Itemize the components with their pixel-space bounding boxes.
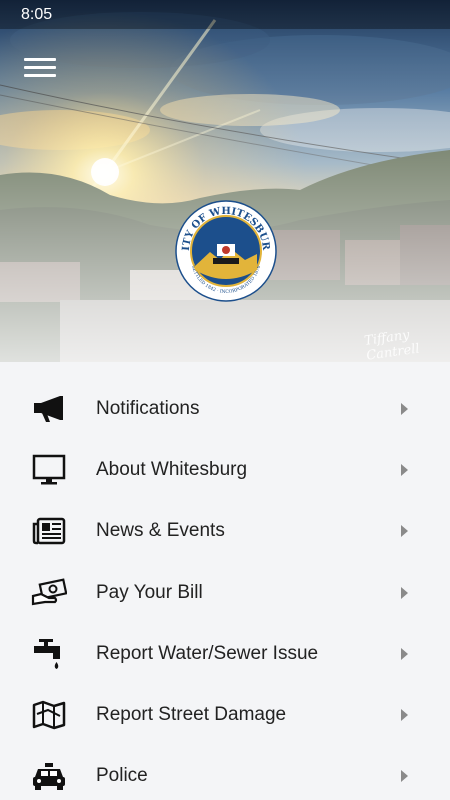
header-banner: 8:05 CITY OF WHITESBURG SETTLED 1842 · I… xyxy=(0,0,450,362)
chevron-right-icon xyxy=(401,463,408,476)
menu-item-label: Notifications xyxy=(96,397,200,419)
menu-item-report-street[interactable]: Report Street Damage xyxy=(0,684,450,745)
monitor-icon xyxy=(30,453,68,487)
menu-item-notifications[interactable]: Notifications xyxy=(0,378,450,439)
menu-item-news-events[interactable]: News & Events xyxy=(0,501,450,562)
chevron-right-icon xyxy=(401,402,408,415)
money-hand-icon xyxy=(30,576,68,610)
water-faucet-icon xyxy=(30,637,68,671)
city-seal-logo: CITY OF WHITESBURG SETTLED 1842 · INCORP… xyxy=(175,200,277,302)
menu-line xyxy=(24,66,56,69)
status-bar: 8:05 xyxy=(0,0,450,29)
chevron-right-icon xyxy=(401,647,408,660)
menu-item-label: Police xyxy=(96,765,148,787)
menu-item-label: News & Events xyxy=(96,520,225,542)
menu-item-about[interactable]: About Whitesburg xyxy=(0,439,450,500)
chevron-right-icon xyxy=(401,525,408,538)
chevron-right-icon xyxy=(401,586,408,599)
sunset-town-photo xyxy=(0,0,450,362)
menu-item-label: Report Street Damage xyxy=(96,704,287,726)
status-time: 8:05 xyxy=(21,6,53,23)
menu-line xyxy=(24,58,56,61)
chevron-right-icon xyxy=(401,770,408,783)
map-icon xyxy=(30,698,68,732)
main-menu-list: Notifications About Whitesburg News & Ev… xyxy=(0,378,450,800)
megaphone-icon xyxy=(30,392,68,426)
menu-item-label: Pay Your Bill xyxy=(96,581,203,603)
menu-item-report-water[interactable]: Report Water/Sewer Issue xyxy=(0,623,450,684)
newspaper-icon xyxy=(30,514,68,548)
police-car-icon xyxy=(30,759,68,793)
menu-item-label: Report Water/Sewer Issue xyxy=(96,642,319,664)
chevron-right-icon xyxy=(401,709,408,722)
hamburger-menu-button[interactable] xyxy=(24,58,56,84)
menu-line xyxy=(24,74,56,77)
menu-item-police[interactable]: Police xyxy=(0,746,450,800)
menu-item-pay-bill[interactable]: Pay Your Bill xyxy=(0,562,450,623)
signature-text: Tiffany Cantrell xyxy=(363,327,421,362)
menu-item-label: About Whitesburg xyxy=(96,458,248,480)
